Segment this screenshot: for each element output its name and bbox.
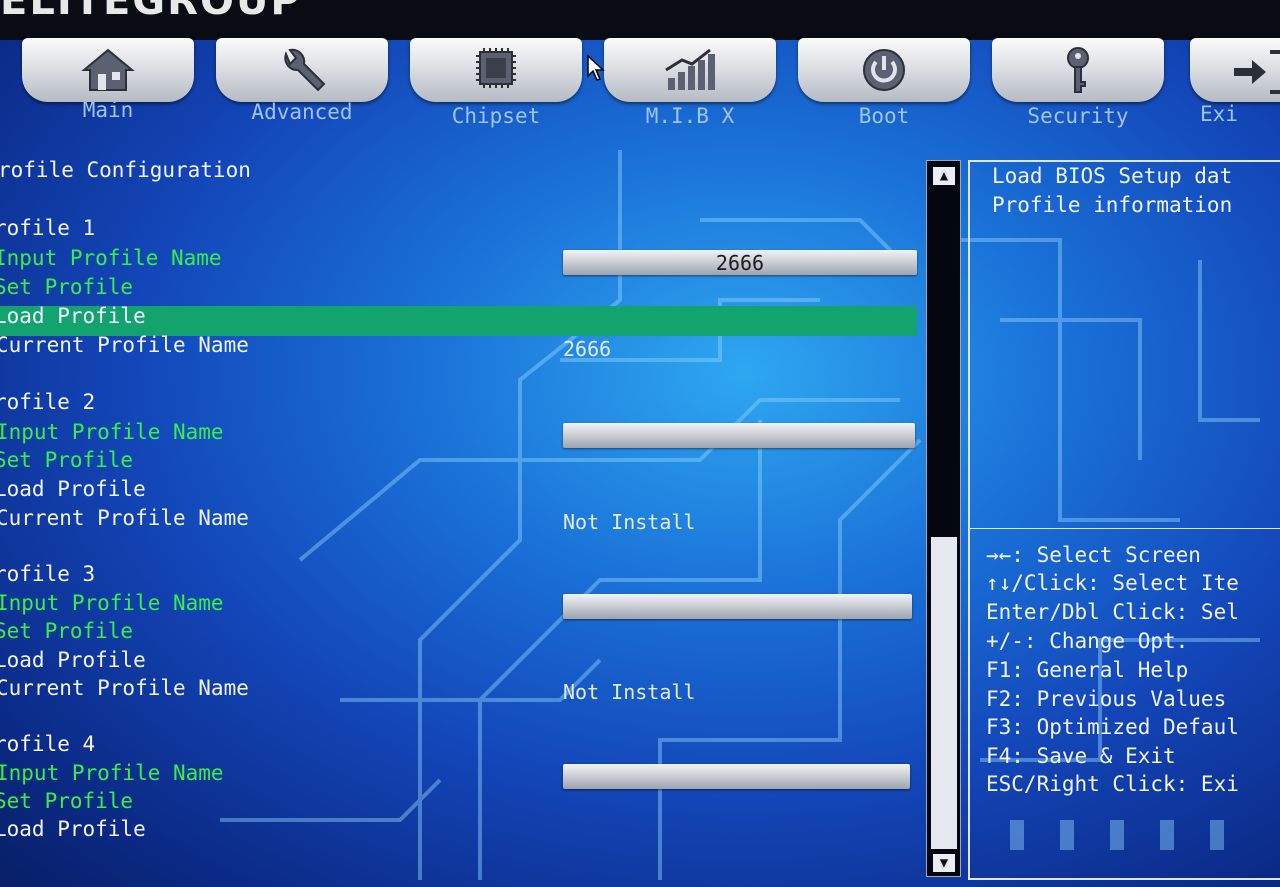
profile-3-heading: rofile 3 (0, 562, 96, 586)
brand-bar: ELITEGROUP (0, 0, 1280, 40)
help-key-line: F4: Save & Exit (986, 744, 1176, 768)
wrench-icon (284, 48, 326, 92)
profile-3-current-name-label: Current Profile Name (0, 676, 249, 700)
profile-2-name-field[interactable] (563, 423, 915, 448)
profile-4-load-profile[interactable]: Load Profile (0, 817, 146, 841)
profile-1-load-profile[interactable]: Load Profile (0, 304, 146, 328)
profile-2-current-name-label: Current Profile Name (0, 506, 249, 530)
profile-2-current-name-value: Not Install (563, 510, 696, 534)
tab-advanced[interactable]: Advanced (216, 38, 388, 124)
help-description-line: Profile information (992, 193, 1233, 217)
profile-3-load-profile[interactable]: Load Profile (0, 648, 146, 672)
help-key-line: F3: Optimized Defaul (986, 715, 1239, 739)
profile-2-load-profile[interactable]: Load Profile (0, 477, 146, 501)
tab-label-chipset: Chipset (451, 104, 541, 128)
profile-3-current-name-value: Not Install (563, 680, 696, 704)
scroll-down-icon[interactable]: ▼ (933, 854, 955, 872)
profile-2-heading: rofile 2 (0, 390, 96, 414)
profile-1-current-name-value: 2666 (563, 337, 612, 361)
tab-label-mib-x: M.I.B X (645, 104, 735, 128)
profile-1-input-name-label[interactable]: Input Profile Name (0, 246, 222, 270)
tab-mib-x[interactable]: M.I.B X (604, 38, 776, 128)
help-key-line: →←: Select Screen (986, 543, 1201, 567)
tab-label-boot: Boot (858, 104, 910, 128)
scroll-up-icon[interactable]: ▲ (933, 167, 955, 185)
profile-2-input-name-label[interactable]: Input Profile Name (0, 420, 224, 444)
tab-label-security: Security (1027, 104, 1129, 128)
help-key-line: Enter/Dbl Click: Sel (986, 600, 1239, 624)
scrollbar[interactable]: ▲ ▼ (926, 160, 961, 877)
help-key-line: ESC/Right Click: Exi (986, 772, 1239, 796)
key-icon (1067, 47, 1089, 93)
help-key-line: F1: General Help (986, 658, 1189, 682)
profile-1-current-name-label: Current Profile Name (0, 333, 249, 357)
help-divider (970, 528, 1280, 529)
profile-1-heading: rofile 1 (0, 216, 96, 240)
help-description-line: Load BIOS Setup dat (992, 164, 1233, 188)
profile-4-heading: rofile 4 (0, 732, 96, 756)
tab-label-advanced: Advanced (251, 100, 353, 124)
profile-3-set-profile[interactable]: Set Profile (0, 619, 133, 643)
profile-3-input-name-label[interactable]: Input Profile Name (0, 591, 224, 615)
tab-boot[interactable]: Boot (798, 38, 970, 128)
help-key-line: ↑↓/Click: Select Ite (986, 571, 1239, 595)
profile-4-input-name-label[interactable]: Input Profile Name (0, 761, 224, 785)
help-key-line: +/-: Change Opt. (986, 629, 1189, 653)
chip-icon (476, 48, 516, 88)
chart-icon (665, 48, 715, 90)
profile-4-set-profile[interactable]: Set Profile (0, 789, 133, 813)
tab-label-exit: Exi (1200, 102, 1238, 126)
profile-2-set-profile[interactable]: Set Profile (0, 448, 133, 472)
page-title: rofile Configuration (0, 158, 251, 182)
home-icon (81, 48, 135, 91)
power-icon (863, 49, 905, 91)
tab-label-main: Main (82, 98, 134, 122)
exit-icon (1234, 50, 1280, 94)
tab-chipset[interactable]: Chipset (410, 38, 582, 128)
tab-security[interactable]: Security (992, 38, 1164, 128)
profile-1-name-field[interactable]: 2666 (563, 250, 917, 275)
profile-3-name-field[interactable] (563, 594, 912, 619)
help-key-line: F2: Previous Values (986, 687, 1227, 711)
mouse-pointer-icon (587, 54, 605, 81)
profile-4-name-field[interactable] (563, 764, 910, 789)
help-panel: Load BIOS Setup dat Profile information … (968, 160, 1280, 880)
profile-1-set-profile[interactable]: Set Profile (0, 275, 133, 299)
scrollbar-thumb[interactable] (931, 537, 957, 849)
brand-logo: ELITEGROUP (0, 0, 302, 24)
tab-exit[interactable]: Exi (1190, 38, 1280, 126)
tab-main[interactable]: Main (22, 38, 194, 122)
